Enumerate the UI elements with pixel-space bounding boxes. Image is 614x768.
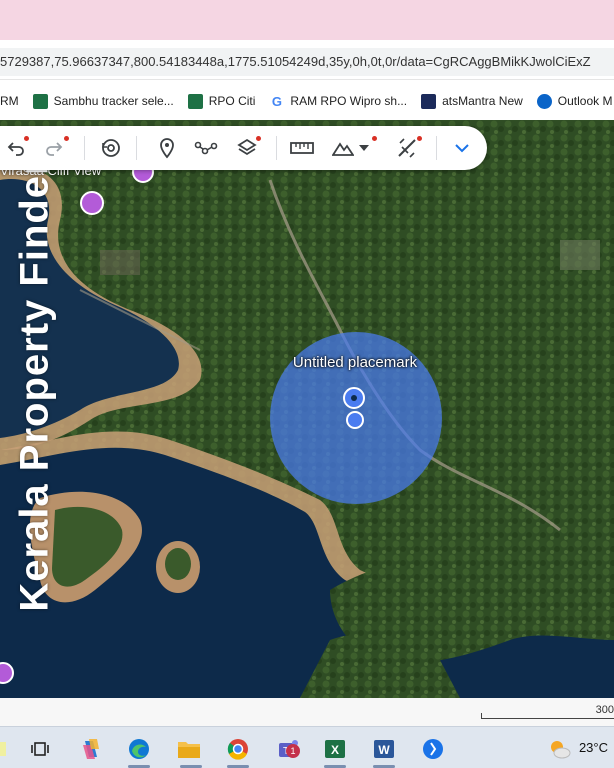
scale-bar [481, 713, 614, 719]
temperature[interactable]: 23°C [579, 740, 608, 755]
bookmark-label: Sambhu tracker sele... [53, 94, 174, 108]
watermark-text: Kerala Property Finder [12, 158, 57, 612]
indicator-dot [372, 136, 377, 141]
history-icon[interactable] [99, 136, 123, 160]
bookmark-label: Outlook M [557, 94, 613, 108]
bookmark-atsmantra[interactable]: atsMantra New [421, 93, 523, 109]
bookmark-label: RPO Citi [208, 94, 256, 108]
weather-icon[interactable] [546, 736, 572, 762]
toolbar-divider [436, 136, 437, 160]
indicator-dot [24, 136, 29, 141]
bookmark-label: atsMantra New [442, 94, 523, 108]
satellite-map[interactable] [0, 120, 614, 698]
placemark-pin-bottom[interactable] [346, 411, 364, 429]
scale-label: 300 [595, 704, 614, 716]
terrain-icon[interactable] [331, 136, 355, 160]
excel-icon[interactable]: X [322, 736, 348, 762]
chrome-icon[interactable] [225, 736, 251, 762]
indicator-dot [256, 136, 261, 141]
redo-icon[interactable] [42, 136, 66, 160]
file-explorer-icon[interactable] [176, 736, 202, 762]
excel-icon [32, 93, 48, 109]
placemark-label[interactable]: Untitled placemark [270, 354, 440, 371]
placemark-pin-dot [351, 395, 357, 401]
svg-text:W: W [378, 743, 390, 757]
google-icon: G [269, 93, 285, 109]
measure-icon[interactable] [395, 136, 419, 160]
toolbar-divider [276, 136, 277, 160]
placemark-icon[interactable] [155, 136, 179, 160]
poi-marker[interactable] [0, 662, 14, 684]
bookmark-rm[interactable]: RM [0, 94, 19, 108]
chevron-down-icon[interactable] [450, 136, 474, 160]
indicator-dot [417, 136, 422, 141]
bookmark-label: RM [0, 94, 19, 108]
ruler-icon[interactable] [290, 136, 314, 160]
outlook-icon [536, 93, 552, 109]
bookmark-sambhu-tracker[interactable]: Sambhu tracker sele... [32, 93, 174, 109]
excel-icon [187, 93, 203, 109]
search-icon[interactable] [0, 736, 20, 762]
clearing [560, 240, 600, 270]
toolbar-divider [84, 136, 85, 160]
bookmark-ram-rpo-wipro[interactable]: G RAM RPO Wipro sh... [269, 93, 408, 109]
path-icon[interactable] [194, 136, 218, 160]
map-imagery [0, 120, 614, 698]
map-status-bar: 300 [0, 698, 614, 726]
bookmark-outlook[interactable]: Outlook M [536, 93, 613, 109]
caret-down-icon[interactable] [356, 136, 372, 160]
clearing [100, 250, 140, 275]
task-view-icon[interactable] [27, 736, 53, 762]
taskbar: T 1 X W 23°C [0, 726, 614, 768]
address-bar: 5729387,75.96637347,800.54183448a,1775.5… [0, 44, 614, 80]
poi-marker[interactable] [80, 191, 104, 215]
word-icon[interactable]: W [371, 736, 397, 762]
map-toolbar [0, 126, 487, 170]
copilot-icon[interactable] [78, 736, 104, 762]
indicator-dot [64, 136, 69, 141]
bookmarks-bar: RM Sambhu tracker sele... RPO Citi G RAM… [0, 82, 614, 120]
bookmark-rpo-citi[interactable]: RPO Citi [187, 93, 256, 109]
island-vegetation [165, 548, 191, 580]
toolbar-divider [136, 136, 137, 160]
atsmantra-icon [421, 93, 437, 109]
bookmark-label: RAM RPO Wipro sh... [290, 94, 408, 108]
app-icon[interactable] [420, 736, 446, 762]
watermark: Kerala Property Finder [10, 140, 60, 630]
browser-tab-strip [0, 0, 614, 40]
edge-icon[interactable] [126, 736, 152, 762]
url-field[interactable]: 5729387,75.96637347,800.54183448a,1775.5… [0, 48, 614, 76]
notification-badge: 1 [286, 744, 300, 758]
svg-text:X: X [331, 743, 339, 757]
